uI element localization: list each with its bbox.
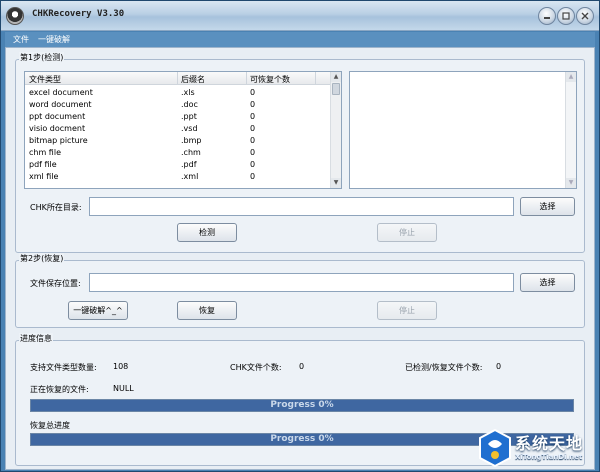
column-header-ext[interactable]: 后缀名 <box>181 74 205 85</box>
column-header-count[interactable]: 可恢复个数 <box>250 74 290 85</box>
menu-bar: 文件 一键破解 <box>5 32 595 47</box>
list-item[interactable]: chm file .chm 0 <box>25 147 341 159</box>
app-window: CHKRecovery V3.30 文件 一键破解 第1步(检测) 文件类型 后… <box>0 0 600 472</box>
current-file-label: 正在恢复的文件: <box>30 385 89 394</box>
file-type-list[interactable]: 文件类型 后缀名 可恢复个数 excel document .xls 0 wor… <box>24 71 342 189</box>
list-item[interactable]: excel document .xls 0 <box>25 87 341 99</box>
progress-legend: 进度信息 <box>19 333 53 344</box>
detail-scrollbar[interactable]: ▲ ▼ <box>565 72 576 188</box>
cell-type: bitmap picture <box>29 136 88 145</box>
detected-count-value: 0 <box>496 362 502 371</box>
supported-types-value: 108 <box>113 362 129 371</box>
list-header: 文件类型 后缀名 可恢复个数 <box>25 72 341 85</box>
save-location-input[interactable] <box>89 273 514 292</box>
supported-types-label: 支持文件类型数量: <box>30 363 97 372</box>
close-button[interactable] <box>576 7 594 25</box>
step2-group: 第2步(恢复) 文件保存位置: 选择 一键破解^_^ 恢复 停止 <box>15 253 585 328</box>
cell-ext: .xls <box>181 88 195 97</box>
scroll-up-icon[interactable]: ▲ <box>331 72 341 82</box>
list-item[interactable]: xml file .xml 0 <box>25 171 341 183</box>
maximize-icon <box>562 12 570 20</box>
step1-group: 第1步(检测) 文件类型 后缀名 可恢复个数 excel document .x… <box>15 52 585 253</box>
cell-type: pdf file <box>29 160 57 169</box>
chk-dir-input[interactable] <box>89 197 514 216</box>
step2-legend: 第2步(恢复) <box>19 253 65 264</box>
column-header-type[interactable]: 文件类型 <box>29 74 61 85</box>
file-progress-text: Progress 0% <box>270 400 334 410</box>
title-bar: CHKRecovery V3.30 <box>1 1 599 31</box>
total-progress-label: 恢复总进度 <box>30 421 70 430</box>
app-icon <box>6 7 24 25</box>
cell-type: chm file <box>29 148 61 157</box>
detail-list[interactable]: ▲ ▼ <box>349 71 577 189</box>
cell-count: 0 <box>250 136 256 145</box>
column-separator <box>315 72 316 85</box>
cell-ext: .chm <box>181 148 201 157</box>
detected-count-label: 已检测/恢复文件个数: <box>405 363 483 372</box>
cell-type: ppt document <box>29 112 86 121</box>
list-item[interactable]: visio docment .vsd 0 <box>25 123 341 135</box>
cell-ext: .bmp <box>181 136 202 145</box>
list-item[interactable]: bitmap picture .bmp 0 <box>25 135 341 147</box>
watermark-site: XiTongTianDi.net <box>515 453 583 461</box>
window-title: CHKRecovery V3.30 <box>32 9 125 19</box>
menu-one-click[interactable]: 一键破解 <box>38 34 70 45</box>
cell-ext: .doc <box>181 100 198 109</box>
list-scrollbar[interactable]: ▲ ▼ <box>330 72 341 188</box>
recover-button[interactable]: 恢复 <box>177 301 237 320</box>
list-item[interactable]: pdf file .pdf 0 <box>25 159 341 171</box>
watermark-logo: 系统天地 XiTongTianDi.net <box>478 426 598 470</box>
close-icon <box>581 12 589 20</box>
list-item[interactable]: ppt document .ppt 0 <box>25 111 341 123</box>
cell-type: word document <box>29 100 92 109</box>
chk-count-value: 0 <box>299 362 305 371</box>
cell-ext: .vsd <box>181 124 198 133</box>
list-item[interactable]: word document .doc 0 <box>25 99 341 111</box>
scroll-down-icon[interactable]: ▼ <box>566 178 576 188</box>
select-save-button[interactable]: 选择 <box>520 273 575 292</box>
menu-file[interactable]: 文件 <box>13 34 29 45</box>
scroll-thumb[interactable] <box>332 83 340 95</box>
cell-ext: .ppt <box>181 112 197 121</box>
cell-type: visio docment <box>29 124 86 133</box>
one-click-crack-button[interactable]: 一键破解^_^ <box>68 301 128 320</box>
client-area: 第1步(检测) 文件类型 后缀名 可恢复个数 excel document .x… <box>5 47 595 470</box>
cell-count: 0 <box>250 88 256 97</box>
cell-count: 0 <box>250 172 256 181</box>
brand-logo-icon <box>479 428 511 468</box>
cell-count: 0 <box>250 160 256 169</box>
watermark-brand: 系统天地 <box>515 434 584 453</box>
scroll-up-icon[interactable]: ▲ <box>566 72 576 82</box>
stop-recover-button[interactable]: 停止 <box>377 301 437 320</box>
select-dir-button[interactable]: 选择 <box>520 197 575 216</box>
step1-legend: 第1步(检测) <box>19 52 65 63</box>
cell-type: xml file <box>29 172 59 181</box>
detect-button[interactable]: 检测 <box>177 223 237 242</box>
cell-type: excel document <box>29 88 93 97</box>
cell-ext: .pdf <box>181 160 197 169</box>
stop-detect-button[interactable]: 停止 <box>377 223 437 242</box>
minimize-icon <box>544 17 550 19</box>
scroll-down-icon[interactable]: ▼ <box>331 178 341 188</box>
cell-ext: .xml <box>181 172 199 181</box>
column-separator <box>246 72 247 85</box>
chk-count-label: CHK文件个数: <box>230 363 282 372</box>
column-separator <box>177 72 178 85</box>
minimize-button[interactable] <box>538 7 556 25</box>
cell-count: 0 <box>250 112 256 121</box>
current-file-value: NULL <box>113 384 134 393</box>
cell-count: 0 <box>250 148 256 157</box>
cell-count: 0 <box>250 100 256 109</box>
file-progress-bar: Progress 0% <box>30 399 574 412</box>
save-location-label: 文件保存位置: <box>30 279 81 288</box>
chk-dir-label: CHK所在目录: <box>30 203 82 212</box>
cell-count: 0 <box>250 124 256 133</box>
maximize-button[interactable] <box>557 7 575 25</box>
